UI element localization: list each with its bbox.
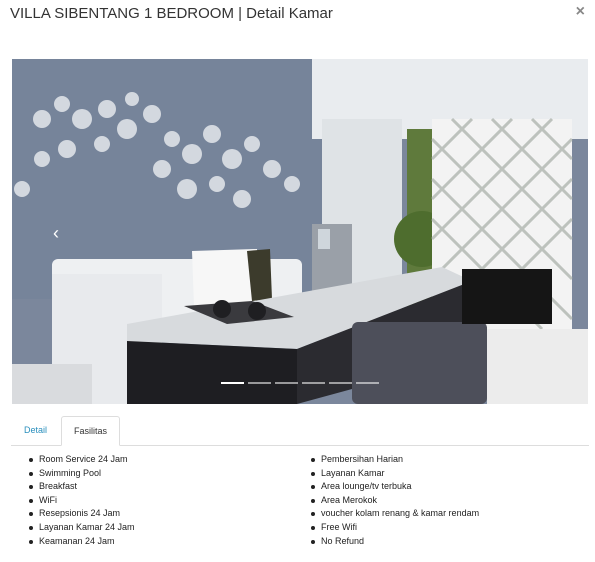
room-photo: [12, 59, 588, 404]
tab-fasilitas[interactable]: Fasilitas: [61, 416, 121, 446]
carousel-indicators: [221, 382, 379, 386]
carousel-prev-button[interactable]: ‹: [46, 221, 66, 245]
facility-item: No Refund: [309, 535, 479, 549]
modal-header: VILLA SIBENTANG 1 BEDROOM | Detail Kamar…: [0, 0, 595, 40]
facility-item: Layanan Kamar: [309, 467, 479, 481]
facilities-list-right: Pembersihan Harian Layanan Kamar Area lo…: [309, 453, 479, 548]
facility-item: Area Merokok: [309, 494, 479, 508]
facility-item: Swimming Pool: [27, 467, 135, 481]
facility-item: Pembersihan Harian: [309, 453, 479, 467]
facility-item: Room Service 24 Jam: [27, 453, 135, 467]
detail-tabs: Detail Fasilitas: [11, 416, 589, 446]
facility-item: WiFi: [27, 494, 135, 508]
carousel-indicator[interactable]: [329, 382, 352, 384]
carousel-indicator[interactable]: [275, 382, 298, 384]
carousel-indicator[interactable]: [248, 382, 271, 384]
facilities-list-left: Room Service 24 Jam Swimming Pool Breakf…: [27, 453, 135, 548]
room-photo-carousel[interactable]: ‹: [12, 59, 588, 404]
facility-item: Keamanan 24 Jam: [27, 535, 135, 549]
close-button[interactable]: ×: [576, 3, 585, 21]
facility-item: Resepsionis 24 Jam: [27, 507, 135, 521]
modal-title: VILLA SIBENTANG 1 BEDROOM | Detail Kamar: [10, 5, 333, 22]
facility-item: Free Wifi: [309, 521, 479, 535]
facility-item: Area lounge/tv terbuka: [309, 480, 479, 494]
facility-item: Breakfast: [27, 480, 135, 494]
facility-item: voucher kolam renang & kamar rendam: [309, 507, 479, 521]
carousel-indicator[interactable]: [221, 382, 244, 384]
carousel-indicator[interactable]: [356, 382, 379, 384]
facility-item: Layanan Kamar 24 Jam: [27, 521, 135, 535]
carousel-indicator[interactable]: [302, 382, 325, 384]
tab-detail[interactable]: Detail: [12, 416, 59, 444]
